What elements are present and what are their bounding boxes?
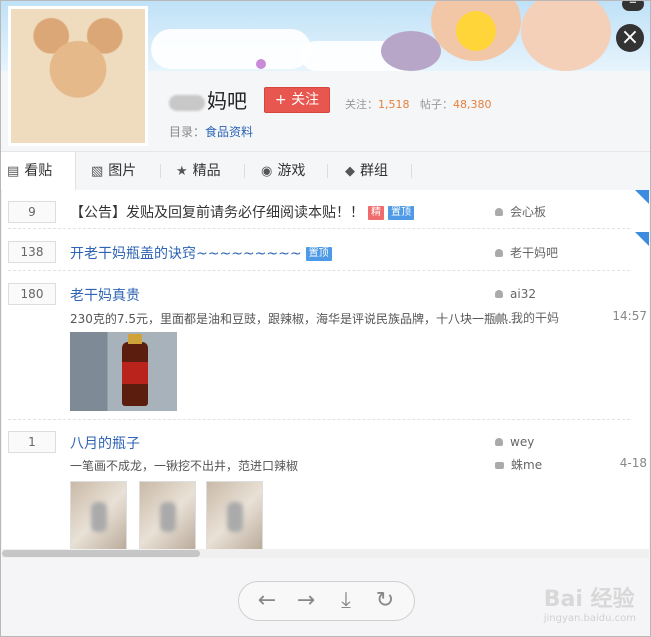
refresh-icon: ↻: [375, 588, 395, 613]
close-icon: ×: [620, 25, 640, 50]
reply-count: 1: [8, 431, 56, 453]
post-image[interactable]: [70, 332, 177, 411]
user-icon: [495, 208, 503, 216]
forum-header: 妈吧 + 关注 关注：1,518 帖子：48,380 目录：食品资料: [1, 6, 650, 151]
post-list: 9 【公告】发贴及回复前请务必仔细阅读本贴！！精置顶 会心板 138 开老干妈瓶…: [2, 190, 649, 558]
user-icon: [495, 290, 503, 298]
top-corner-marker: [635, 190, 649, 204]
post-title[interactable]: 开老干妈瓶盖的诀窍~~~~~~~~~ 置顶: [70, 243, 332, 263]
posts-count: 48,380: [453, 98, 492, 111]
post-title[interactable]: 八月的瓶子: [70, 433, 140, 453]
browser-window: ≡ × 妈吧 + 关注 关注：1,518 帖子：48,380 目录：食品资料 ▤…: [0, 0, 651, 637]
last-reply-author[interactable]: 我的干妈: [495, 309, 559, 326]
horizontal-scrollbar[interactable]: [2, 549, 649, 558]
reply-count: 180: [8, 283, 56, 305]
forum-title: 妈吧: [169, 85, 247, 114]
user-icon: [495, 249, 503, 257]
tab-games[interactable]: ◉ 游戏: [261, 152, 305, 190]
top-corner-marker: [635, 232, 649, 246]
badge-pinned: 置顶: [305, 247, 332, 261]
reply-count: 138: [8, 241, 56, 263]
forum-avatar: [8, 6, 148, 146]
post-time: 4-18: [619, 456, 647, 470]
reply-icon: [495, 462, 504, 469]
close-button[interactable]: ×: [616, 24, 644, 52]
arrow-left-icon: ←: [257, 588, 277, 613]
reply-icon: [495, 315, 504, 322]
menu-button[interactable]: ≡: [622, 1, 644, 11]
star-icon: ★: [176, 164, 188, 179]
refresh-button[interactable]: ↻: [370, 586, 400, 616]
post-author[interactable]: wey: [495, 435, 534, 449]
gamepad-icon: ◉: [261, 164, 273, 179]
badge-pinned: 置顶: [388, 206, 414, 220]
tab-bar: ▤ 看贴 ▧ 图片 ★ 精品 ◉ 游戏 ◆ 群组: [1, 151, 650, 191]
navigation-toolbar: ← → ⤓ ↻: [238, 581, 415, 621]
forum-name: 妈吧: [207, 89, 247, 113]
tab-images[interactable]: ▧ 图片: [91, 152, 136, 190]
tab-posts[interactable]: ▤ 看贴: [1, 152, 76, 190]
tab-groups[interactable]: ◆ 群组: [345, 152, 388, 190]
user-icon: [495, 438, 503, 446]
chat-icon: ◆: [345, 164, 355, 179]
catalog-link[interactable]: 食品资料: [205, 125, 253, 139]
download-button[interactable]: ⤓: [331, 586, 361, 616]
follow-button[interactable]: + 关注: [264, 87, 330, 113]
download-icon: ⤓: [341, 588, 351, 613]
baidu-jingyan-watermark: Bai 经验 jingyan.baidu.com: [543, 587, 636, 624]
follow-stat: 关注：1,518: [345, 98, 410, 111]
post-image[interactable]: [139, 481, 196, 554]
post-excerpt: 一笔画不成龙，一锹挖不出井，范进口辣椒: [70, 459, 299, 473]
post-title[interactable]: 【公告】发贴及回复前请务必仔细阅读本贴！！精置顶: [70, 202, 414, 222]
posts-stat: 帖子：48,380: [420, 98, 492, 111]
post-image[interactable]: [206, 481, 263, 554]
tab-featured[interactable]: ★ 精品: [176, 152, 221, 190]
last-reply-author[interactable]: 蛛me: [495, 456, 542, 473]
forum-catalog: 目录：食品资料: [169, 125, 254, 139]
post-excerpt: 230克的7.5元，里面都是油和豆豉，跟辣椒，海华是评说民族品牌，十八块一瓶热.…: [70, 312, 520, 326]
post-author[interactable]: 老干妈吧: [495, 244, 558, 261]
post-author[interactable]: 会心板: [495, 203, 546, 220]
back-button[interactable]: ←: [252, 586, 282, 616]
document-icon: ▤: [7, 164, 20, 179]
forward-button[interactable]: →: [291, 586, 321, 616]
follow-count: 1,518: [378, 98, 410, 111]
scrollbar-thumb[interactable]: [2, 550, 200, 557]
post-image[interactable]: [70, 481, 127, 554]
reply-count: 9: [8, 201, 56, 223]
image-icon: ▧: [91, 164, 104, 179]
post-title[interactable]: 老干妈真贵: [70, 285, 140, 305]
post-time: 14:57: [612, 309, 647, 323]
arrow-right-icon: →: [296, 588, 316, 613]
post-author[interactable]: ai32: [495, 287, 536, 301]
badge-featured: 精: [368, 206, 384, 220]
blurred-text: [169, 94, 205, 111]
